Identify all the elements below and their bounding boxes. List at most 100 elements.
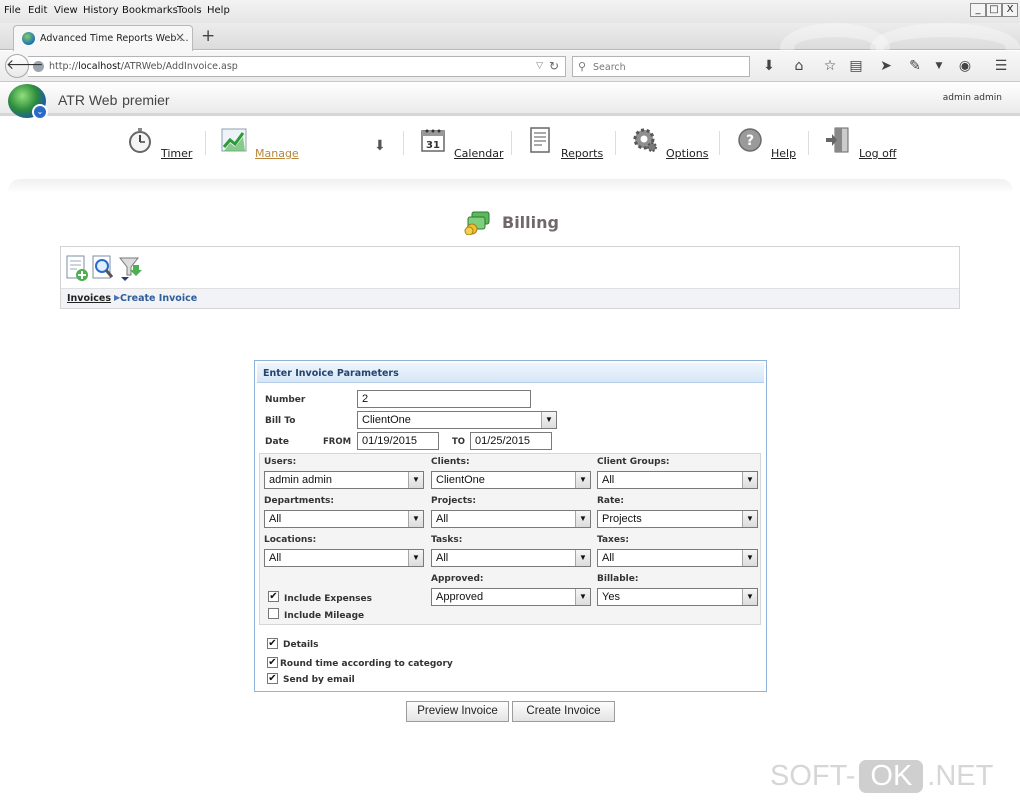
- nav-help[interactable]: ? Help: [737, 127, 797, 167]
- chevron-down-icon: ▼: [575, 550, 590, 566]
- users-select[interactable]: admin admin ▼: [264, 471, 424, 489]
- tasks-select[interactable]: All ▼: [431, 549, 591, 567]
- send-icon[interactable]: ➤: [877, 58, 895, 74]
- clients-select[interactable]: ClientOne ▼: [431, 471, 591, 489]
- new-tab-button[interactable]: +: [201, 26, 215, 46]
- atr-logo-icon: ⌄: [8, 84, 48, 120]
- tab-title: Advanced Time Reports Web ...: [40, 33, 189, 44]
- menu-history[interactable]: History: [83, 5, 119, 16]
- reading-list-icon[interactable]: ▤: [847, 58, 865, 74]
- taxes-select[interactable]: All ▼: [597, 549, 758, 567]
- round-time-checkbox[interactable]: ✔: [267, 657, 278, 668]
- new-invoice-icon[interactable]: [65, 255, 89, 281]
- chevron-down-icon: ▼: [575, 589, 590, 605]
- locations-select[interactable]: All ▼: [264, 549, 424, 567]
- menu-edit[interactable]: Edit: [28, 5, 47, 16]
- minimize-button[interactable]: _: [970, 3, 986, 17]
- reload-icon[interactable]: ↻: [549, 59, 559, 73]
- include-mileage-checkbox[interactable]: [268, 608, 279, 619]
- locations-label: Locations:: [264, 535, 317, 545]
- nav-calendar-label: Calendar: [454, 147, 504, 160]
- send-email-checkbox[interactable]: ✔: [267, 673, 278, 684]
- help-icon: ?: [738, 128, 762, 152]
- billable-select[interactable]: Yes ▼: [597, 588, 758, 606]
- browser-tab[interactable]: Advanced Time Reports Web ... ×: [13, 25, 193, 51]
- window-controls: _ □ X: [970, 3, 1018, 17]
- client-groups-select[interactable]: All ▼: [597, 471, 758, 489]
- nav-reports[interactable]: Reports: [527, 127, 603, 167]
- number-input[interactable]: 2: [357, 390, 531, 408]
- chevron-down-icon: ▼: [742, 550, 757, 566]
- chevron-down-icon: ▼: [575, 511, 590, 527]
- menu-file[interactable]: File: [4, 5, 21, 16]
- browser-menubar: File Edit View History Bookmarks Tools H…: [0, 0, 1020, 23]
- nav-calendar[interactable]: 31 Calendar: [420, 127, 504, 167]
- filter-icon[interactable]: [117, 255, 143, 281]
- approved-select[interactable]: Approved ▼: [431, 588, 591, 606]
- breadcrumb-current: Create Invoice: [120, 293, 198, 304]
- addon-dropdown-icon[interactable]: ▼: [930, 61, 948, 71]
- users-label: Users:: [264, 457, 297, 467]
- close-window-button[interactable]: X: [1002, 3, 1018, 17]
- to-date-input[interactable]: 01/25/2015: [470, 432, 552, 450]
- nav-help-label: Help: [771, 147, 797, 160]
- logoff-door-icon: [826, 127, 849, 153]
- maximize-button[interactable]: □: [986, 3, 1002, 17]
- addon-icon[interactable]: ✎: [906, 58, 924, 74]
- bookmark-star-icon[interactable]: ☆: [821, 58, 839, 74]
- client-groups-label: Client Groups:: [597, 457, 670, 467]
- url-bar[interactable]: http://localhost/ATRWeb/AddInvoice.asp ▽…: [28, 56, 566, 77]
- nav-separator: [511, 131, 512, 155]
- billto-label: Bill To: [265, 416, 296, 426]
- content-top-band: [8, 179, 1013, 193]
- menu-tools[interactable]: Tools: [177, 5, 202, 16]
- nav-options[interactable]: Options: [632, 127, 708, 167]
- chevron-down-icon: ▼: [408, 472, 423, 488]
- chart-icon: [221, 128, 247, 152]
- tab-close-icon[interactable]: ×: [175, 30, 185, 44]
- panel-title: Enter Invoice Parameters: [263, 368, 399, 379]
- tasks-label: Tasks:: [431, 535, 463, 545]
- chat-icon[interactable]: ◉: [956, 58, 974, 74]
- menu-help[interactable]: Help: [207, 5, 230, 16]
- hamburger-menu-icon[interactable]: ☰: [992, 58, 1010, 74]
- to-label: TO: [452, 437, 466, 447]
- chevron-down-icon: ▼: [541, 412, 556, 428]
- departments-select[interactable]: All ▼: [264, 510, 424, 528]
- chevron-down-icon: ▼: [408, 511, 423, 527]
- rate-select[interactable]: Projects ▼: [597, 510, 758, 528]
- locations-value: All: [269, 552, 282, 564]
- menu-bookmarks[interactable]: Bookmarks: [122, 5, 178, 16]
- nav-separator: [719, 131, 720, 155]
- include-expenses-checkbox[interactable]: ✔: [268, 591, 279, 602]
- nav-logoff[interactable]: Log off: [825, 127, 900, 167]
- invoice-toolbar: Invoices ▶ Create Invoice: [60, 246, 960, 309]
- details-checkbox[interactable]: ✔: [267, 638, 278, 649]
- breadcrumb: Invoices ▶ Create Invoice: [61, 288, 959, 308]
- back-arrow-icon: 🡐: [6, 57, 44, 73]
- projects-select[interactable]: All ▼: [431, 510, 591, 528]
- users-value: admin admin: [269, 474, 332, 486]
- preview-invoice-button[interactable]: Preview Invoice: [406, 701, 509, 722]
- logo-clock-icon: ⌄: [32, 104, 48, 120]
- home-icon[interactable]: ⌂: [790, 58, 808, 74]
- billto-select[interactable]: ClientOne ▼: [357, 411, 557, 429]
- search-input[interactable]: ⚲ Search: [572, 56, 750, 77]
- downloads-icon[interactable]: ⬇: [760, 58, 778, 74]
- nav-timer[interactable]: Timer: [127, 127, 197, 167]
- url-history-dropdown-icon[interactable]: ▽: [536, 61, 543, 71]
- nav-manage-label: Manage: [255, 147, 299, 160]
- menu-view[interactable]: View: [54, 5, 78, 16]
- projects-value: All: [436, 513, 449, 525]
- back-button[interactable]: 🡐: [5, 54, 44, 78]
- manage-dropdown-icon[interactable]: ⬇: [374, 138, 386, 154]
- from-date-input[interactable]: 01/19/2015: [357, 432, 439, 450]
- search-invoice-icon[interactable]: [91, 255, 115, 281]
- include-mileage-label: Include Mileage: [284, 611, 365, 621]
- create-invoice-button[interactable]: Create Invoice: [512, 701, 615, 722]
- include-expenses-label: Include Expenses: [284, 594, 372, 604]
- panel-header: Enter Invoice Parameters: [257, 363, 764, 383]
- nav-manage[interactable]: Manage: [221, 127, 301, 167]
- breadcrumb-invoices-link[interactable]: Invoices: [67, 293, 111, 304]
- main-nav: Timer Manage ⬇ 31 Calendar Reports Optio…: [0, 119, 1020, 179]
